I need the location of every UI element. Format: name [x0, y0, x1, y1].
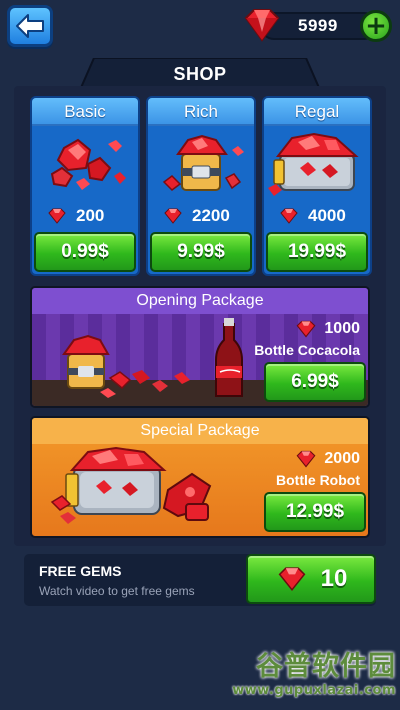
- watermark: 谷普软件园 www.gupuxlazai.com: [226, 644, 396, 706]
- gem-pack-regal: Regal 4000 19.99$: [262, 96, 372, 276]
- gem-pack-rich: Rich 2200 9.99$: [146, 96, 256, 276]
- buy-opening-package-button[interactable]: 6.99$: [264, 362, 366, 402]
- free-gems-subtitle: Watch video to get free gems: [39, 584, 195, 598]
- opening-package-title: Opening Package: [32, 288, 368, 314]
- free-gems-bar: FREE GEMS Watch video to get free gems 1…: [24, 554, 376, 606]
- gem-balance-count: 5999: [298, 16, 338, 35]
- special-package-title: Special Package: [32, 418, 368, 444]
- special-package-item: Bottle Robot: [276, 472, 360, 488]
- opening-package-amount-value: 1000: [324, 320, 360, 337]
- ruby-crate-icon: [268, 132, 359, 196]
- buy-basic-button[interactable]: 0.99$: [34, 232, 136, 272]
- special-package-amount-value: 2000: [324, 450, 360, 467]
- ruby-gem-icon: [244, 9, 280, 42]
- ruby-gem-icon: [296, 450, 316, 468]
- watermark-url: www.gupuxlazai.com: [232, 683, 396, 698]
- buy-rich-button[interactable]: 9.99$: [150, 232, 252, 272]
- ruby-gem-icon: [280, 208, 298, 224]
- gem-pack-amount-value: 2200: [192, 206, 230, 225]
- opening-package-amount: 1000: [294, 320, 360, 338]
- gem-pack-title: Regal: [264, 98, 370, 126]
- ruby-crate-and-robot-bottle-icon: [50, 446, 212, 524]
- gem-pack-basic: Basic 200 0.99$: [30, 96, 140, 276]
- opening-package-item: Bottle Cocacola: [254, 342, 360, 358]
- watch-video-button[interactable]: 10: [246, 554, 376, 604]
- gem-pack-amount: 200: [46, 206, 128, 226]
- gem-pack-title: Rich: [148, 98, 254, 126]
- page-title: SHOP: [173, 64, 227, 84]
- free-gems-amount: 10: [320, 565, 348, 592]
- buy-special-package-button[interactable]: 12.99$: [264, 492, 366, 532]
- ruby-gem-icon: [48, 208, 66, 224]
- ruby-pile-small-icon: [50, 138, 126, 190]
- gem-pack-amount-value: 200: [76, 206, 105, 225]
- special-package-amount: 2000: [294, 450, 360, 468]
- gem-pack-amount: 2200: [162, 206, 244, 226]
- gem-balance: 5999 +: [238, 8, 394, 42]
- back-arrow-icon: [16, 14, 44, 38]
- special-package-card: Special Package 2000 Bottle Robot 12.99$: [30, 416, 370, 538]
- ruby-gem-icon: [164, 208, 182, 224]
- ruby-gem-icon: [278, 567, 306, 592]
- free-gems-wrapper: 10: [246, 554, 376, 604]
- free-gems-title: FREE GEMS: [39, 563, 122, 579]
- ruby-box-icon: [162, 134, 244, 191]
- watermark-text: 谷普软件园: [256, 651, 396, 682]
- plus-icon: +: [365, 11, 387, 41]
- back-button[interactable]: [7, 5, 53, 47]
- add-gems-button[interactable]: +: [360, 10, 392, 42]
- buy-regal-button[interactable]: 19.99$: [266, 232, 368, 272]
- ruby-box-and-cola-bottle-icon: [62, 318, 243, 398]
- opening-package-card: Opening Package 1000 Bottle Cocacola 6.9…: [30, 286, 370, 408]
- gem-pack-title: Basic: [32, 98, 138, 126]
- ruby-gem-icon: [296, 320, 316, 338]
- gem-pack-amount-value: 4000: [308, 206, 346, 225]
- gem-pack-amount: 4000: [278, 206, 360, 226]
